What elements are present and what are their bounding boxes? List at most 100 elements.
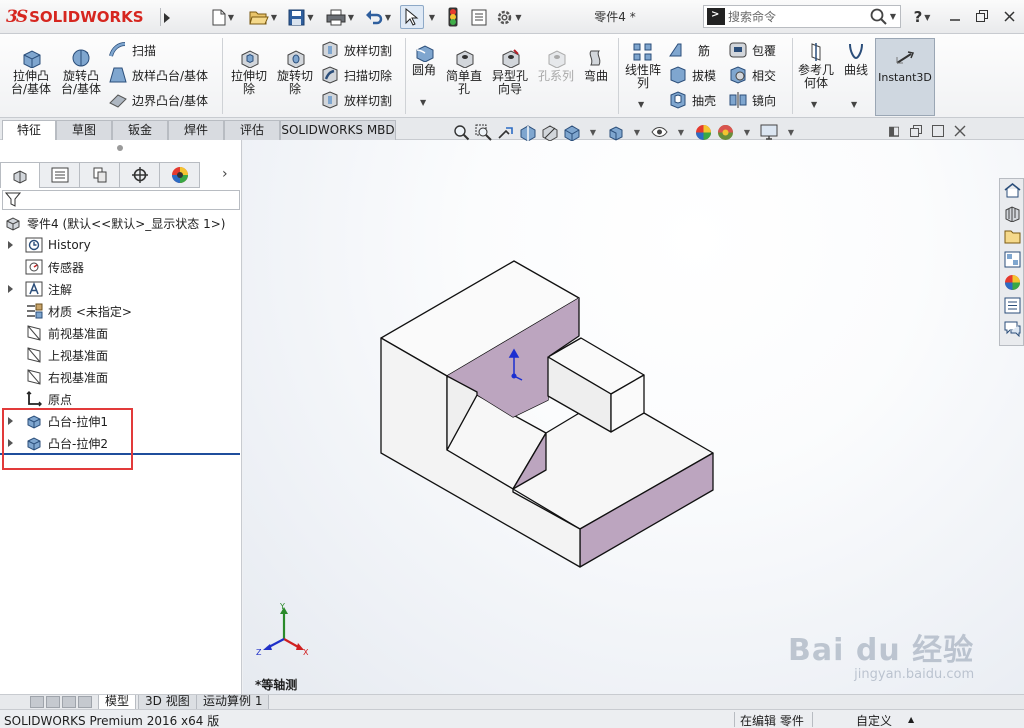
hole-wizard-button[interactable]: 异型孔 向导 [487,48,533,96]
rib-button[interactable]: 筋 [668,41,710,59]
tab-property-manager[interactable] [40,162,80,188]
tab-feature-manager[interactable] [0,162,40,188]
tab-sketch[interactable]: 草图 [56,120,112,140]
loft-cut-button[interactable]: 放样切割 [320,41,392,59]
tree-item-front-plane[interactable]: 前视基准面 [8,322,108,344]
save-button[interactable]: ▼ [284,5,318,29]
new-document-button[interactable]: ▼ [207,5,239,29]
tab-features[interactable]: 特征 [2,120,56,141]
tree-item-history[interactable]: History [8,234,91,256]
boundary-boss-button[interactable]: 边界凸台/基体 [108,91,208,109]
dynamic-annotation-button[interactable] [540,123,558,141]
tab-dimxpert-manager[interactable] [120,162,160,188]
view-settings-button[interactable] [760,123,778,141]
sweep-button[interactable]: 扫描 [108,41,156,59]
loft-boss-button[interactable]: 放样凸台/基体 [108,66,208,84]
loft-cut-button-2[interactable]: 放样切割 [320,91,392,109]
viewport-maximize-icon[interactable] [931,124,945,138]
view-orientation-button[interactable] [562,123,580,141]
search-dropdown-icon[interactable]: ▼ [890,12,896,21]
task-pane-view-palette-button[interactable] [1003,250,1021,268]
tab-sheet-metal[interactable]: 钣金 [112,120,168,140]
previous-view-button[interactable] [496,123,514,141]
last-tab-arrow-icon[interactable] [78,696,92,708]
unit-system-dropdown-icon[interactable]: ▲ [908,715,914,724]
close-button[interactable] [998,6,1020,26]
shell-button[interactable]: 抽壳 [668,91,716,109]
next-tab-arrow-icon[interactable] [62,696,76,708]
reference-triad[interactable]: Y X Z [255,603,315,657]
section-view-button[interactable] [518,123,536,141]
select-dropdown-button[interactable]: ▼ [425,5,437,29]
instant3d-button[interactable]: Instant3D [875,38,935,116]
search-input[interactable] [728,9,860,24]
task-pane-forum-button[interactable] [1003,319,1021,337]
apply-scene-dropdown[interactable]: ▼ [738,123,756,141]
tree-item-top-plane[interactable]: 上视基准面 [8,344,108,366]
view-settings-dropdown[interactable]: ▼ [782,123,800,141]
tab-model[interactable]: 模型 [98,695,137,710]
options-button[interactable]: ▼ [493,5,525,29]
mirror-button[interactable]: 镜向 [728,91,776,109]
hide-show-dropdown[interactable]: ▼ [672,123,690,141]
tree-item-sensors[interactable]: 传感器 [8,256,84,278]
unit-system[interactable]: 自定义 [856,712,892,728]
expand-arrow-icon[interactable] [8,285,13,293]
tree-item-right-plane[interactable]: 右视基准面 [8,366,108,388]
hole-series-button[interactable]: 孔系列 [535,48,577,83]
viewport-minimize-icon[interactable] [887,124,901,138]
simple-hole-button[interactable]: 简单直 孔 [442,48,486,96]
tab-motion-study[interactable]: 运动算例 1 [196,695,270,710]
file-properties-button[interactable] [468,5,490,29]
tab-weldments[interactable]: 焊件 [168,120,224,140]
search-icon[interactable] [870,8,888,26]
extrude-boss-button[interactable]: 拉伸凸 台/基体 [8,48,54,96]
rebuild-button[interactable] [442,5,464,29]
viewport-close-icon[interactable] [953,124,967,138]
fillet-button[interactable]: 圆角 [408,42,440,77]
panel-grip-icon[interactable] [117,145,123,151]
tab-3d-views[interactable]: 3D 视图 [138,695,197,710]
solidworks-logo[interactable]: 3S SOLIDWORKS [6,6,156,28]
part-model[interactable] [243,140,1024,694]
curves-dropdown-icon[interactable]: ▼ [851,100,857,109]
extrude-cut-button[interactable]: 拉伸切 除 [226,48,272,96]
select-button[interactable] [400,5,424,29]
first-tab-arrow-icon[interactable] [30,696,44,708]
expand-arrow-icon[interactable] [8,241,13,249]
open-document-button[interactable]: ▼ [246,5,280,29]
prev-tab-arrow-icon[interactable] [46,696,60,708]
tree-item-material[interactable]: 材质 <未指定> [8,300,132,322]
help-button[interactable]: ? ▼ [910,5,934,29]
intersect-button[interactable]: 相交 [728,66,776,84]
restore-button[interactable] [971,6,993,26]
tree-item-annotations[interactable]: 注解 [8,278,72,300]
more-tabs-chevron-icon[interactable]: › [222,166,228,182]
tree-item-origin[interactable]: 原点 [8,388,72,410]
task-pane-file-explorer-button[interactable] [1003,227,1021,245]
wrap-button[interactable]: 包覆 [728,41,776,59]
tree-filter-box[interactable] [2,190,240,210]
undo-button[interactable]: ▼ [361,5,395,29]
tab-solidworks-mbd[interactable]: SOLIDWORKS MBD [280,120,396,140]
revolve-boss-button[interactable]: 旋转凸 台/基体 [58,48,104,96]
curves-button[interactable]: 曲线 [840,42,872,77]
tree-root-part[interactable]: 零件4 (默认<<默认>_显示状态 1>) [4,212,225,234]
linear-pattern-button[interactable]: 线性阵 列 [622,42,664,90]
task-pane-custom-properties-button[interactable] [1003,296,1021,314]
minimize-button[interactable] [944,6,966,26]
pattern-dropdown-icon[interactable]: ▼ [638,100,644,109]
zoom-to-fit-button[interactable] [452,123,470,141]
tab-display-manager[interactable] [160,162,200,188]
draft-button[interactable]: 拔模 [668,66,716,84]
display-style-dropdown[interactable]: ▼ [628,123,646,141]
command-search-box[interactable]: ▼ [703,5,901,28]
view-orientation-dropdown[interactable]: ▼ [584,123,602,141]
task-pane-appearances-button[interactable] [1003,273,1021,291]
fillet-dropdown-icon[interactable]: ▼ [420,98,426,107]
reference-dropdown-icon[interactable]: ▼ [811,100,817,109]
display-style-button[interactable] [606,123,624,141]
apply-scene-button[interactable] [716,123,734,141]
edit-appearance-button[interactable] [694,123,712,141]
tab-evaluate[interactable]: 评估 [224,120,280,140]
